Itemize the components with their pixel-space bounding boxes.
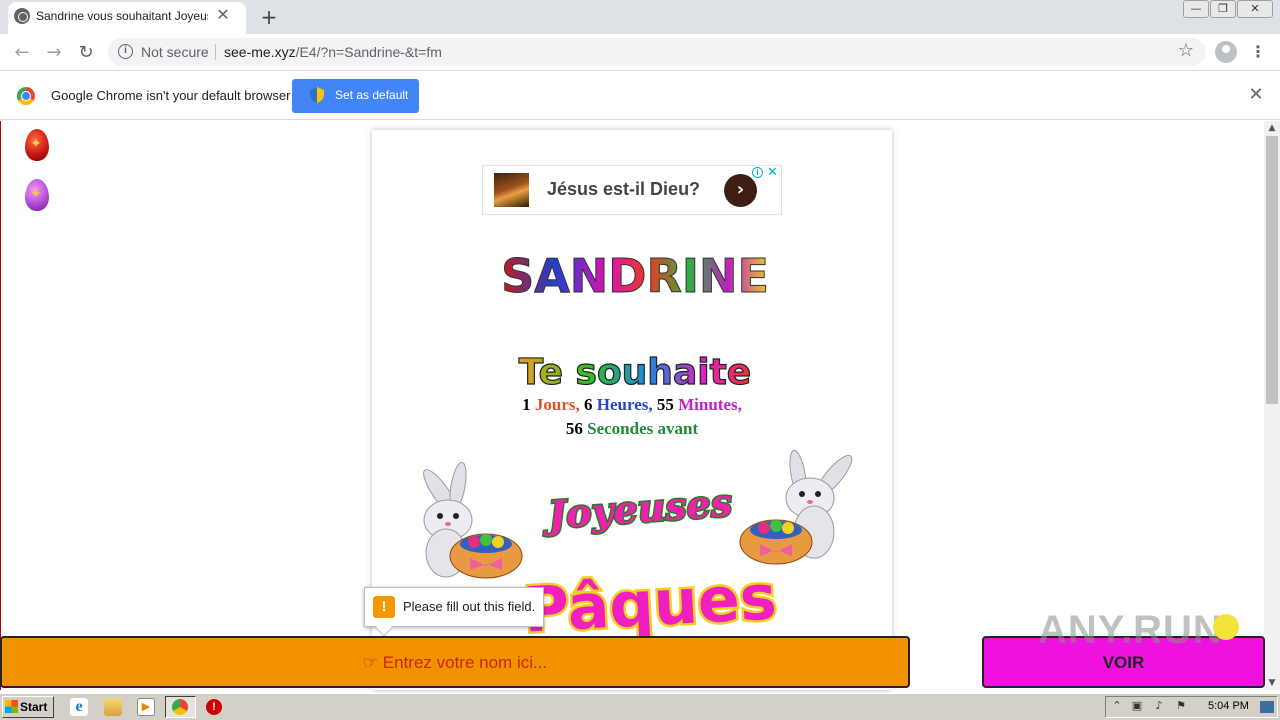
days-value: 1 [522, 395, 531, 414]
warning-icon: ! [373, 596, 395, 618]
minimize-button[interactable]: — [1183, 0, 1209, 18]
uac-shield-icon [310, 87, 324, 103]
info-icon[interactable]: i [118, 44, 133, 59]
adchoices-info-icon[interactable]: i [752, 167, 763, 178]
red-easter-egg-icon [25, 129, 49, 161]
windows-flag-icon [5, 700, 18, 713]
internet-explorer-icon[interactable]: e [70, 698, 88, 716]
scroll-up-arrow-icon[interactable]: ▲ [1264, 121, 1280, 135]
name-input-field[interactable]: ☞ Entrez votre nom ici... [0, 636, 910, 688]
action-center-flag-icon[interactable]: ⚑ [1174, 699, 1188, 713]
countdown-line-2: 56 Secondes avant [372, 419, 892, 439]
show-desktop-icon[interactable] [1260, 701, 1274, 713]
url-host: see-me.xyz [224, 44, 296, 60]
close-window-button[interactable]: ✕ [1237, 0, 1273, 18]
joyeuses-word-art: Joyeuses [539, 478, 735, 538]
start-label: Start [20, 700, 48, 714]
chrome-logo-icon [17, 87, 35, 105]
bunny-with-basket-left-icon [423, 461, 523, 579]
chrome-menu-icon[interactable]: ⋮ [1250, 41, 1266, 63]
maximize-button[interactable]: ❐ [1210, 0, 1236, 18]
days-label: Jours, [534, 395, 580, 414]
taskbar-clock[interactable]: 5:04 PM [1208, 700, 1249, 712]
minutes-label: Minutes, [678, 395, 742, 414]
security-label[interactable]: Not secure [141, 44, 209, 60]
media-player-icon[interactable]: ▶ [137, 698, 155, 716]
url-path: /E4/?n=Sandrine-&t=fm [295, 44, 442, 60]
scrollbar-thumb[interactable] [1266, 136, 1278, 404]
name-word-art: SANDRINE [501, 249, 770, 304]
bookmark-star-icon[interactable]: ☆ [1176, 41, 1196, 61]
tab-close-icon[interactable]: ✕ [214, 6, 232, 24]
address-divider [215, 44, 216, 60]
volume-icon[interactable]: ♪ [1152, 699, 1166, 713]
infobar-close-icon[interactable]: ✕ [1246, 85, 1266, 105]
anyrun-watermark: ANY.RUN [1038, 608, 1223, 652]
ad-thumbnail[interactable] [494, 173, 529, 207]
file-explorer-icon[interactable] [104, 698, 122, 716]
ad-go-chevron-icon[interactable]: › [724, 174, 757, 207]
seconds-value: 56 [565, 419, 583, 438]
wish-art-text: Te souhaite [519, 352, 751, 393]
ad-headline[interactable]: Jésus est-il Dieu? [547, 179, 700, 200]
chick-icon [1213, 614, 1239, 640]
paques-art-text: Pâques [522, 565, 779, 637]
url-text[interactable]: see-me.xyz/E4/?n=Sandrine-&t=fm [224, 44, 442, 60]
hours-label: Heures, [596, 395, 653, 414]
new-tab-button[interactable]: + [258, 6, 280, 28]
tab-title: Sandrine vous souhaitant Joyeuses P [36, 9, 208, 23]
chrome-icon [172, 699, 188, 715]
network-icon[interactable]: ▣ [1130, 699, 1144, 713]
hours-value: 6 [584, 395, 593, 414]
countdown-line-1: 1 Jours, 6 Heures, 55 Minutes, [372, 395, 892, 415]
wish-word-art: Te souhaite [518, 351, 752, 393]
ad-close-icon[interactable]: ✕ [767, 165, 778, 180]
seconds-label: Secondes avant [587, 419, 699, 438]
name-art-text: SANDRINE [501, 249, 769, 303]
set-as-default-label: Set as default [335, 88, 409, 102]
tray-expand-icon[interactable]: ⌃ [1110, 699, 1124, 713]
validation-message: Please fill out this field. [403, 599, 536, 614]
joyeuses-art-text: Joyeuses [541, 480, 734, 538]
forward-icon[interactable]: → [42, 41, 66, 65]
back-icon[interactable]: ← [10, 41, 34, 65]
globe-icon [14, 8, 30, 24]
scroll-down-arrow-icon[interactable]: ▼ [1264, 676, 1280, 690]
purple-easter-egg-icon [25, 179, 49, 211]
infobar-message: Google Chrome isn't your default browser [51, 88, 291, 103]
minutes-value: 55 [656, 395, 674, 414]
profile-avatar-icon[interactable] [1215, 41, 1237, 63]
stop-sign-icon[interactable]: ! [206, 699, 222, 715]
reload-icon[interactable]: ↻ [74, 41, 98, 65]
